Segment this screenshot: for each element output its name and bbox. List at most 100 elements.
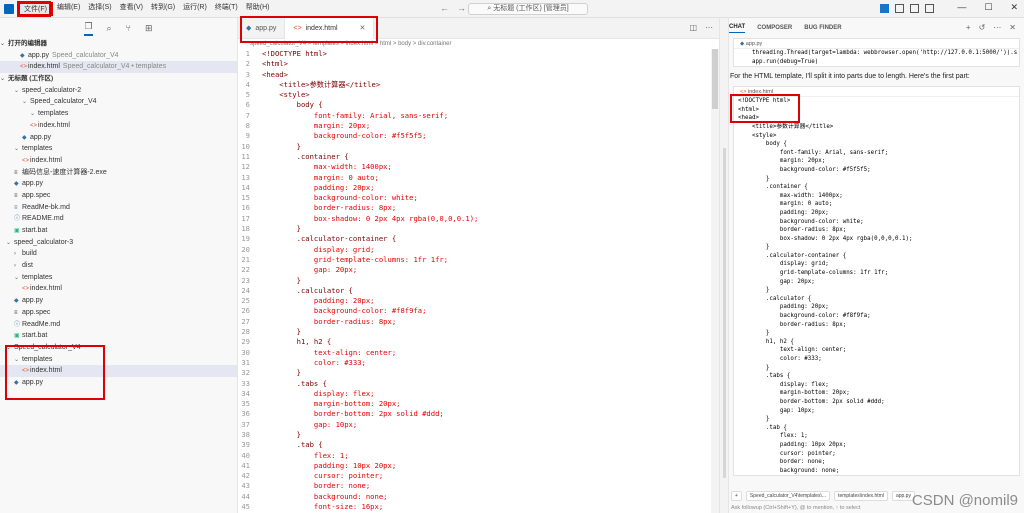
- menu-item[interactable]: 终端(T): [211, 2, 242, 16]
- split-editor-icon[interactable]: ◫: [689, 23, 697, 32]
- tree-folder[interactable]: ⌄ speed_calculator-3: [0, 237, 237, 249]
- files-icon[interactable]: ❐: [84, 21, 93, 36]
- sash-scrollbar[interactable]: [723, 148, 726, 478]
- tree-file[interactable]: <>index.html: [0, 365, 237, 377]
- tree-folder[interactable]: ⌄ templates: [0, 272, 237, 284]
- forward-arrow-icon[interactable]: →: [457, 3, 466, 13]
- toggle-sidebar-icon[interactable]: [880, 4, 889, 13]
- tree-file[interactable]: ▣ start.bat: [0, 330, 237, 342]
- tree-file[interactable]: ≡ app.spec: [0, 190, 237, 202]
- tree-file[interactable]: ◆ app.py: [0, 132, 237, 144]
- back-arrow-icon[interactable]: ←: [440, 3, 449, 13]
- tree-label: ReadMe-bk.md: [22, 203, 70, 211]
- chat-close-icon[interactable]: ✕: [1009, 23, 1016, 32]
- extensions-icon[interactable]: ⊞: [145, 23, 153, 34]
- line-number: 8: [245, 121, 250, 131]
- tree-folder[interactable]: ⌄ Speed_calculator_V4: [0, 96, 237, 108]
- command-center-search[interactable]: ⌕ 无标题 (工作区) [管理员]: [468, 3, 588, 15]
- line-text: body {: [262, 100, 323, 110]
- minimize-icon[interactable]: —: [957, 2, 966, 13]
- tree-folder[interactable]: › build: [0, 248, 237, 260]
- tab-app-py[interactable]: ◆ app.py: [238, 18, 286, 39]
- tree-file[interactable]: ◆ app.py: [0, 295, 237, 307]
- tree-folder[interactable]: ⌄ Speed_calculator_V4: [0, 342, 237, 354]
- chat-actions: + ↺ ⋯ ✕: [966, 23, 1016, 32]
- maximize-icon[interactable]: ☐: [984, 2, 992, 13]
- minimap[interactable]: [711, 49, 719, 513]
- tree-folder[interactable]: ⌄ templates: [0, 108, 237, 120]
- tree-file[interactable]: ⓘ README.md: [0, 213, 237, 225]
- menu-item[interactable]: 查看(V): [116, 2, 147, 16]
- workspace-heading[interactable]: ⌄ 无标题 (工作区): [0, 73, 237, 85]
- tree-folder[interactable]: ⌄ templates: [0, 354, 237, 366]
- close-icon[interactable]: ✕: [1010, 2, 1018, 13]
- line-number: 23: [241, 275, 250, 285]
- tree-file[interactable]: ⓘ ReadMe.md: [0, 319, 237, 331]
- open-editors-heading[interactable]: ⌄ 打开的编辑器: [0, 38, 237, 50]
- code-line: .container {: [738, 184, 808, 191]
- more-actions-icon[interactable]: ⋯: [705, 23, 713, 32]
- search-icon[interactable]: ⌕: [107, 23, 112, 34]
- tree-file[interactable]: <>index.html: [0, 120, 237, 132]
- menu-item[interactable]: 选择(S): [84, 2, 115, 16]
- code-line: 9 background-color: #f5f5f5;: [238, 131, 719, 141]
- code-line: max-width: 1400px;: [738, 192, 843, 199]
- tree-file[interactable]: ◆ app.py: [0, 377, 237, 389]
- line-text: .tab {: [262, 440, 323, 450]
- code-line: 6 body {: [238, 100, 719, 110]
- code-line: 30 text-align: center;: [238, 348, 719, 358]
- tree-folder[interactable]: › dist: [0, 260, 237, 272]
- tree-file[interactable]: ▣ start.bat: [0, 225, 237, 237]
- history-icon[interactable]: ↺: [979, 23, 986, 32]
- code-line: .calculator-container {: [738, 252, 847, 259]
- chat-tab-bug-finder[interactable]: BUG FINDER: [804, 25, 841, 31]
- context-chip[interactable]: Speed_calculator_V4\templates\...: [745, 491, 831, 501]
- add-context-button[interactable]: +: [731, 491, 742, 501]
- code-line: margin: 20px;: [738, 158, 826, 165]
- tree-file[interactable]: <>index.html: [0, 283, 237, 295]
- source-control-icon[interactable]: ⑂: [126, 23, 131, 33]
- menu-item[interactable]: 运行(R): [179, 2, 211, 16]
- code-line: 25 padding: 20px;: [238, 296, 719, 306]
- toggle-panel-icon[interactable]: [895, 4, 904, 13]
- tab-close-icon[interactable]: ✕: [360, 18, 366, 39]
- toggle-secondary-sidebar-icon[interactable]: [910, 4, 919, 13]
- tree-file[interactable]: ◆ app.py: [0, 178, 237, 190]
- tree-file[interactable]: ≡ 编码信息-速度计算器-2.exe: [0, 167, 237, 179]
- code-line: 10 }: [238, 142, 719, 152]
- code-line: border-bottom: 2px solid #ddd;: [738, 398, 885, 405]
- code-line: 31 color: #333;: [238, 358, 719, 368]
- panel-sash[interactable]: [719, 18, 729, 513]
- open-editor-item[interactable]: <>index.html Speed_calculator_V4 • templa…: [0, 61, 237, 74]
- code-line: <!DOCTYPE html>: [738, 98, 791, 105]
- code-line: border-radius: 8px;: [738, 227, 847, 234]
- chat-tab-chat[interactable]: CHAT: [729, 24, 746, 33]
- chat-tab-composer[interactable]: COMPOSER: [757, 25, 792, 31]
- menu-bar: 文件(F) 编辑(E) 选择(S) 查看(V) 转到(G) 运行(R) 终端(T) 帮助(H): [18, 1, 274, 16]
- menu-item[interactable]: 帮助(H): [242, 2, 274, 16]
- code-line: 8 margin: 20px;: [238, 121, 719, 131]
- open-editor-item[interactable]: ◆ app.py Speed_calculator_V4: [0, 50, 237, 62]
- customize-layout-icon[interactable]: [925, 4, 934, 13]
- menu-item[interactable]: 转到(G): [147, 2, 179, 16]
- tree-file[interactable]: <>index.html: [0, 155, 237, 167]
- batch-file-icon: ▣: [14, 228, 20, 234]
- minimap-slider[interactable]: [712, 49, 718, 109]
- tree-folder[interactable]: ⌄ speed_calculator-2: [0, 85, 237, 97]
- breadcrumb[interactable]: speed_calculator_V4 > templates > index.…: [238, 39, 719, 49]
- new-chat-icon[interactable]: +: [966, 23, 971, 32]
- line-number: 42: [241, 471, 250, 481]
- tree-folder[interactable]: ⌄ templates: [0, 143, 237, 155]
- html-file-icon: <>: [30, 122, 38, 129]
- code-line: 23 }: [238, 276, 719, 286]
- more-icon[interactable]: ⋯: [993, 23, 1001, 32]
- tree-label: index.html: [38, 121, 70, 129]
- tree-file[interactable]: ≡ ReadMe-bk.md: [0, 202, 237, 214]
- menu-item[interactable]: 文件(F): [18, 1, 53, 16]
- line-number: 38: [241, 429, 250, 439]
- tab-index-html[interactable]: <> index.html ✕: [285, 18, 375, 39]
- code-editor[interactable]: 1 <!DOCTYPE html> 2 <html> 3 <head> 4 <title>参…: [238, 49, 719, 512]
- tree-file[interactable]: ≡ app.spec: [0, 307, 237, 319]
- menu-item[interactable]: 编辑(E): [53, 2, 84, 16]
- context-chip[interactable]: templates\index.html: [834, 491, 888, 501]
